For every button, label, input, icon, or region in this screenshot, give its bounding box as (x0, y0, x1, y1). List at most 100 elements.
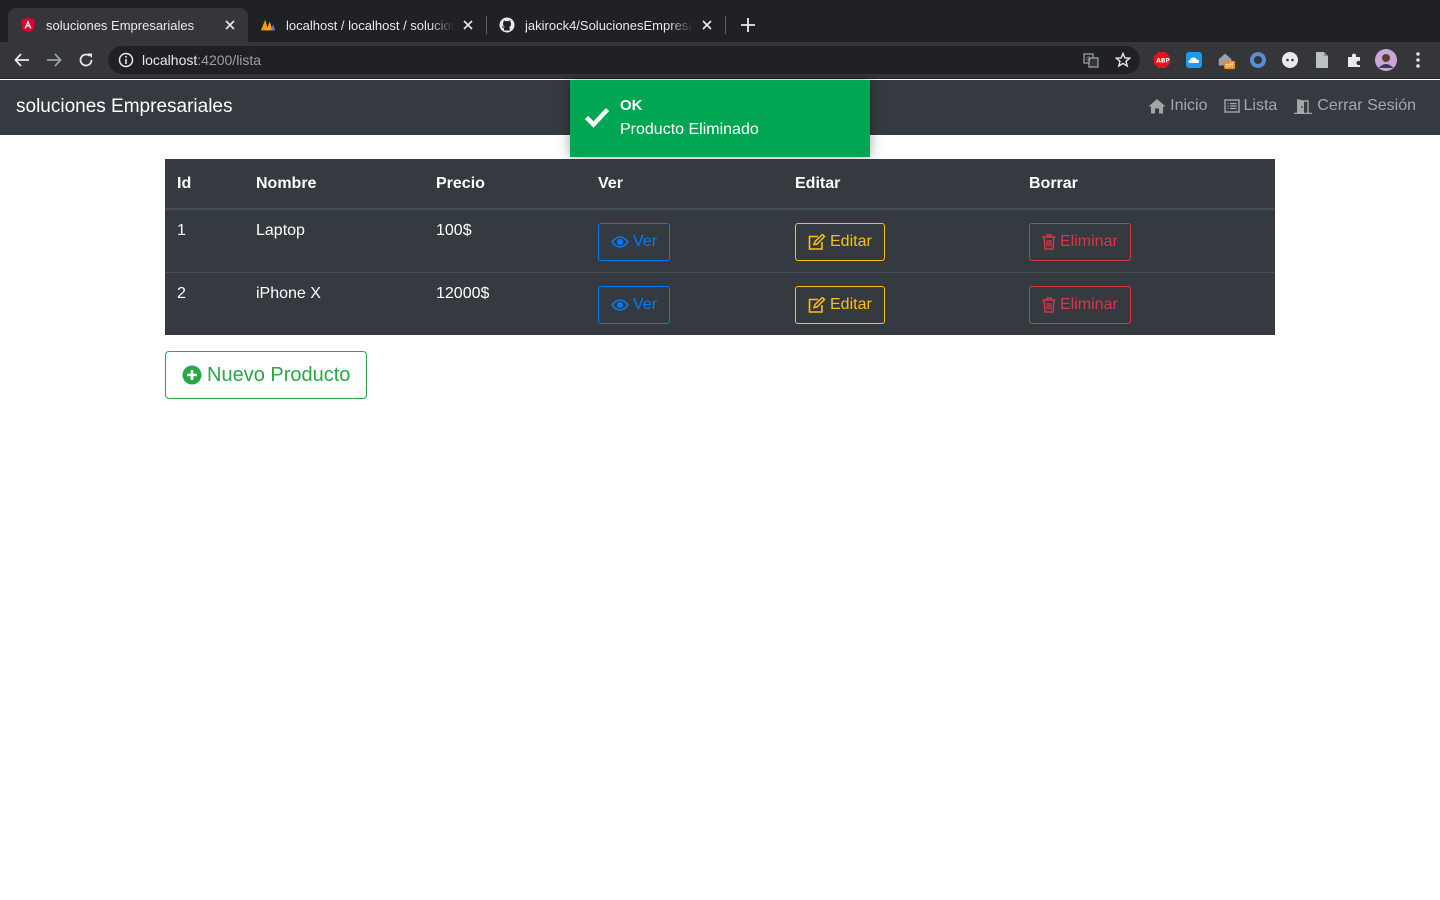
tab-title: localhost / localhost / soluciones (286, 17, 454, 33)
reload-icon (79, 53, 93, 67)
cell-nombre: Laptop (256, 222, 305, 239)
tab-title: jakirock4/SolucionesEmpresariales (525, 17, 693, 33)
edit-icon (808, 296, 826, 313)
table-header-row: Id Nombre Precio Ver Editar Borrar (165, 159, 1275, 210)
trash-icon (1042, 234, 1056, 250)
plus-circle-icon (182, 365, 202, 385)
github-icon (499, 17, 515, 33)
nav-link-cerrar-sesion[interactable]: Cerrar Sesión (1293, 97, 1416, 115)
edit-button[interactable]: Editar (795, 285, 885, 324)
browser-tab-3[interactable]: jakirock4/SolucionesEmpresariales (487, 8, 725, 42)
info-icon[interactable] (118, 52, 134, 68)
ring-extension-icon[interactable] (1248, 50, 1268, 70)
view-button-label: Ver (633, 295, 658, 313)
delete-button[interactable]: Eliminar (1029, 223, 1131, 261)
brand-title[interactable]: soluciones Empresariales (16, 96, 233, 118)
table-row: 2 iPhone X 12000$ Ver Editar Eliminar (165, 271, 1275, 335)
toast-message: Producto Eliminado (620, 121, 759, 138)
cell-editar: Editar (783, 271, 1017, 335)
svg-text:G: G (1086, 56, 1091, 63)
delete-button-label: Eliminar (1060, 295, 1118, 313)
close-icon[interactable] (699, 17, 715, 33)
new-product-button[interactable]: Nuevo Producto (165, 351, 368, 399)
header-ver: Ver (586, 159, 783, 210)
eye-icon (611, 236, 629, 248)
products-table: Id Nombre Precio Ver Editar Borrar 1 Lap… (165, 159, 1275, 335)
nav-link-label: Cerrar Sesión (1317, 97, 1416, 114)
tab-separator (725, 16, 726, 34)
extension-off-icon[interactable]: off (1216, 50, 1236, 70)
delete-button[interactable]: Eliminar (1029, 285, 1131, 324)
header-borrar: Borrar (1017, 159, 1275, 210)
toast-title: OK (620, 97, 643, 114)
svg-text:off: off (1225, 63, 1234, 70)
arrow-right-icon (47, 53, 62, 67)
arrow-left-icon (14, 53, 29, 67)
new-product-label: Nuevo Producto (207, 363, 351, 386)
browser-tab-strip: soluciones Empresariales localhost / loc… (0, 0, 1440, 42)
cloud-extension-icon[interactable] (1184, 50, 1204, 70)
header-precio: Precio (424, 159, 586, 210)
checkmark-icon (584, 106, 610, 133)
nav-links: Inicio Lista Cerrar Sesión (1148, 97, 1416, 115)
cell-id: 1 (177, 222, 186, 239)
edit-button-label: Editar (830, 295, 872, 313)
header-id: Id (165, 159, 244, 210)
new-tab-button[interactable] (736, 13, 760, 37)
reload-button[interactable] (74, 48, 98, 72)
svg-text:ABP: ABP (1156, 58, 1170, 65)
tab-title: soluciones Empresariales (46, 17, 195, 33)
cell-borrar: Eliminar (1017, 209, 1275, 272)
browser-tab-2[interactable]: localhost / localhost / soluciones (248, 8, 486, 42)
view-button-label: Ver (633, 233, 658, 250)
table-row: 1 Laptop 100$ Ver Editar Eliminar (165, 209, 1275, 272)
avatar[interactable] (1375, 49, 1397, 71)
edit-button[interactable]: Editar (795, 223, 885, 261)
angular-icon (20, 17, 36, 33)
star-icon[interactable] (1114, 50, 1132, 70)
more-vert-icon[interactable] (1408, 50, 1428, 70)
phpmyadmin-icon (260, 17, 276, 33)
cell-ver: Ver (586, 271, 783, 335)
view-button[interactable]: Ver (598, 285, 671, 324)
door-open-icon (1294, 99, 1313, 114)
address-bar[interactable]: localhost:4200/lista G (108, 46, 1140, 74)
cell-id: 2 (165, 271, 244, 335)
delete-button-label: Eliminar (1060, 233, 1118, 250)
browser-tab-1[interactable]: soluciones Empresariales (8, 8, 248, 42)
edit-icon (808, 234, 826, 250)
dots-extension-icon[interactable] (1280, 50, 1300, 70)
nav-link-lista[interactable]: Lista (1223, 97, 1278, 115)
url-path: :4200/lista (197, 52, 262, 68)
header-nombre: Nombre (244, 159, 424, 210)
nav-link-label: Inicio (1170, 97, 1208, 114)
eye-icon (611, 298, 629, 311)
edit-button-label: Editar (830, 233, 872, 250)
url-host: localhost (142, 52, 198, 68)
header-editar: Editar (783, 159, 1017, 210)
success-toast[interactable]: OK Producto Eliminado (570, 80, 870, 157)
close-icon[interactable] (222, 17, 238, 33)
cell-precio: 100$ (436, 222, 472, 239)
list-icon (1223, 99, 1240, 113)
puzzle-icon[interactable] (1344, 50, 1364, 70)
close-icon[interactable] (460, 17, 476, 33)
forward-button[interactable] (42, 48, 66, 72)
nav-link-label: Lista (1243, 97, 1278, 114)
trash-icon (1042, 296, 1056, 313)
address-bar-actions: G (1082, 50, 1132, 70)
cell-nombre: iPhone X (244, 271, 424, 335)
cell-precio: 12000$ (424, 271, 586, 335)
translate-icon[interactable]: G (1082, 50, 1100, 70)
home-icon (1148, 99, 1166, 114)
cell-borrar: Eliminar (1017, 271, 1275, 335)
browser-toolbar: localhost:4200/lista G ABP off (0, 42, 1440, 79)
cell-editar: Editar (783, 209, 1017, 272)
view-button[interactable]: Ver (598, 223, 671, 261)
plus-icon (741, 18, 755, 32)
nav-link-inicio[interactable]: Inicio (1148, 97, 1208, 115)
document-extension-icon[interactable] (1312, 50, 1332, 70)
cell-ver: Ver (586, 209, 783, 272)
adblock-plus-icon[interactable]: ABP (1152, 50, 1172, 70)
back-button[interactable] (10, 48, 34, 72)
